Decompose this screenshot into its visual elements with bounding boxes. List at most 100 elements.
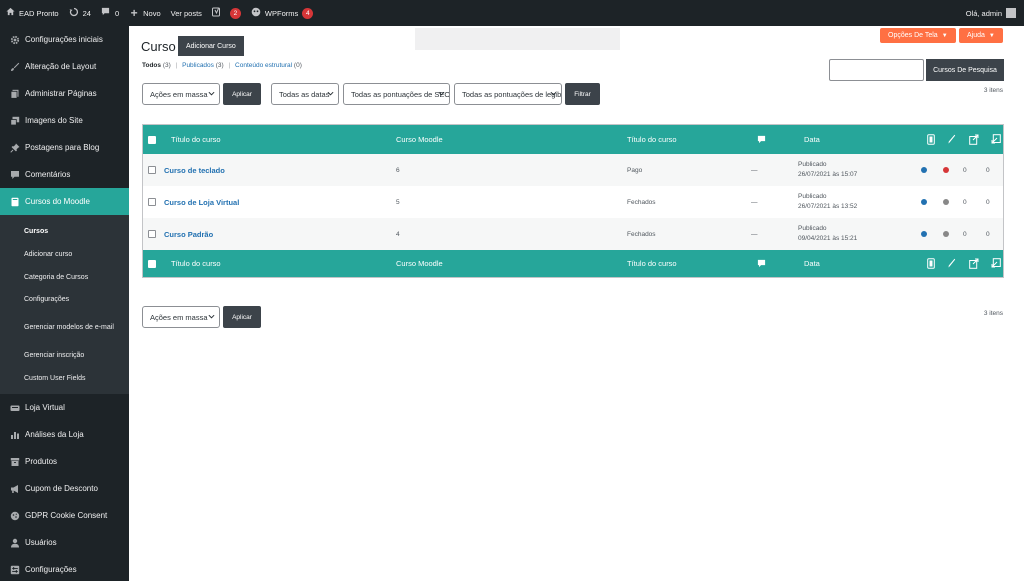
course-title-link[interactable]: Curso de Loja Virtual [164, 186, 239, 218]
sidebar-item-cursos-moodle[interactable]: Cursos do Moodle [0, 188, 129, 215]
col-title[interactable]: Título do curso [171, 125, 221, 154]
seo-score-icon [927, 258, 935, 269]
col-seo[interactable] [927, 125, 935, 154]
yoast-menu[interactable]: 2 [207, 0, 246, 26]
seo-filter-select[interactable]: Todas as pontuações de SEO [343, 83, 450, 105]
moodle-id: 6 [396, 166, 400, 174]
admin-bar: EAD Pronto 24 0 + Novo Ver posts 2 WPFor… [0, 0, 1024, 26]
readability-filter-select[interactable]: Todas as pontuações de legibilidade [454, 83, 562, 105]
wpforms-menu[interactable]: WPForms 4 [246, 0, 318, 26]
col-seo-footer[interactable] [927, 250, 935, 277]
sidebar-item-alteracao-layout[interactable]: Alteração de Layout [0, 53, 129, 80]
col-price-title[interactable]: Título do curso [627, 125, 677, 154]
seo-score-dot [921, 231, 927, 237]
sidebar-item-label: Configurações [25, 565, 77, 575]
incoming-links-count: 0 [986, 198, 990, 206]
col-moodle-footer[interactable]: Curso Moodle [396, 250, 443, 277]
submenu-item-custom-user-fields[interactable]: Custom User Fields [0, 367, 129, 390]
col-price-title-footer[interactable]: Título do curso [627, 250, 677, 277]
bulk-actions-select[interactable]: Ações em massa [142, 83, 220, 105]
submenu-item-configuracoes[interactable]: Configurações [0, 289, 129, 312]
col-date[interactable]: Data [804, 125, 820, 154]
bulk-actions-value: Ações em massa [150, 312, 208, 322]
seo-filter-value: Todas as pontuações de SEO [351, 89, 450, 99]
sidebar-item-gdpr-cookie-consent[interactable]: GDPR Cookie Consent [0, 502, 129, 529]
view-published-link[interactable]: Publicados [182, 62, 214, 69]
bulk-actions-select-bottom[interactable]: Ações em massa [142, 306, 220, 328]
post-status: Publicado [798, 193, 827, 200]
submenu-item-cursos[interactable]: Cursos [0, 221, 129, 244]
apply-button-bottom[interactable]: Aplicar [223, 306, 261, 328]
updates-link[interactable]: 24 [64, 0, 96, 26]
screen-options-button[interactable]: Opções De Tela ▼ [880, 28, 956, 43]
row-checkbox-cell [148, 218, 156, 250]
sidebar-item-administrar-paginas[interactable]: Administrar Páginas [0, 80, 129, 107]
apply-button-top[interactable]: Aplicar [223, 83, 261, 105]
search-courses-button[interactable]: Cursos De Pesquisa [926, 59, 1004, 81]
sidebar-item-imagens-site[interactable]: Imagens do Site [0, 107, 129, 134]
site-name-link[interactable]: EAD Pronto [0, 0, 64, 26]
help-button[interactable]: Ajuda ▼ [959, 28, 1003, 43]
submenu-item-adicionar-curso[interactable]: Adicionar curso [0, 244, 129, 267]
view-posts-link[interactable]: Ver posts [166, 0, 207, 26]
row-checkbox[interactable] [148, 230, 156, 238]
sidebar-item-comentarios[interactable]: Comentários [0, 161, 129, 188]
submenu-item-gerenciar-inscricao[interactable]: Gerenciar inscrição [0, 345, 129, 368]
col-incoming-links[interactable] [991, 125, 1001, 154]
sidebar-item-configuracoes-iniciais[interactable]: Configurações iniciais [0, 26, 129, 53]
col-readability-footer[interactable] [947, 250, 956, 277]
course-title-link[interactable]: Curso Padrão [164, 218, 213, 250]
chevron-down-icon [208, 314, 215, 319]
view-posts-label: Ver posts [170, 8, 202, 18]
row-checkbox[interactable] [148, 198, 156, 206]
outgoing-links-count: 0 [963, 230, 967, 238]
seo-score [921, 186, 927, 218]
home-icon [5, 7, 15, 19]
price-type: Pago [627, 166, 643, 174]
sidebar-item-produtos[interactable]: Produtos [0, 448, 129, 475]
help-label: Ajuda [967, 32, 985, 39]
row-checkbox[interactable] [148, 166, 156, 174]
add-course-button[interactable]: Adicionar Curso [178, 36, 244, 56]
col-incoming-links-footer[interactable] [991, 250, 1001, 277]
col-comments[interactable] [757, 125, 766, 154]
sidebar-item-configuracoes[interactable]: Configurações [0, 556, 129, 581]
col-moodle[interactable]: Curso Moodle [396, 125, 443, 154]
moodle-id: 5 [396, 198, 400, 206]
course-title-link[interactable]: Curso de teclado [164, 154, 225, 186]
view-structural-link[interactable]: Conteúdo estrutural [235, 62, 292, 69]
submenu-item-gerenciar-modelos-email[interactable]: Gerenciar modelos de e-mail [0, 312, 129, 345]
readability-filter-value: Todas as pontuações de legibilidade [462, 89, 562, 99]
sidebar-item-loja-virtual[interactable]: Loja Virtual [0, 394, 129, 421]
select-all-checkbox-footer[interactable] [148, 259, 156, 268]
date-cell: Publicado 26/07/2021 às 15:07 [798, 154, 857, 186]
col-outgoing-links[interactable] [969, 125, 979, 154]
sidebar-item-cupom-desconto[interactable]: Cupom de Desconto [0, 475, 129, 502]
sidebar-item-postagens-blog[interactable]: Postagens para Blog [0, 134, 129, 161]
incoming-links-icon [991, 134, 1001, 144]
post-status: Publicado [798, 225, 827, 232]
col-outgoing-links-footer[interactable] [969, 250, 979, 277]
sidebar-item-usuarios[interactable]: Usuários [0, 529, 129, 556]
account-menu[interactable]: Olá, admin [966, 8, 1024, 18]
submenu-item-categoria-cursos[interactable]: Categoria de Cursos [0, 266, 129, 289]
search-input[interactable] [829, 59, 924, 81]
new-content-link[interactable]: + Novo [124, 0, 166, 26]
post-date: 26/07/2021 às 15:07 [798, 171, 858, 178]
table-header: Título do curso Curso Moodle Título do c… [143, 125, 1003, 154]
chevron-down-icon [208, 91, 215, 96]
comments-link[interactable]: 0 [96, 0, 124, 26]
screen-options-label: Opções De Tela [888, 32, 938, 39]
date-filter-select[interactable]: Todas as datas [271, 83, 339, 105]
select-all-checkbox[interactable] [148, 135, 156, 144]
col-title-footer[interactable]: Título do curso [171, 250, 221, 277]
seo-score-icon [927, 134, 935, 145]
sidebar-item-analises-loja[interactable]: Análises da Loja [0, 421, 129, 448]
col-readability[interactable] [947, 125, 956, 154]
view-all-link[interactable]: Todos [142, 62, 161, 69]
col-comments-footer[interactable] [757, 250, 766, 277]
chevron-down-icon [327, 91, 334, 96]
filter-button[interactable]: Filtrar [565, 83, 600, 105]
col-date-footer[interactable]: Data [804, 250, 820, 277]
items-count-top: 3 itens [983, 87, 1003, 94]
